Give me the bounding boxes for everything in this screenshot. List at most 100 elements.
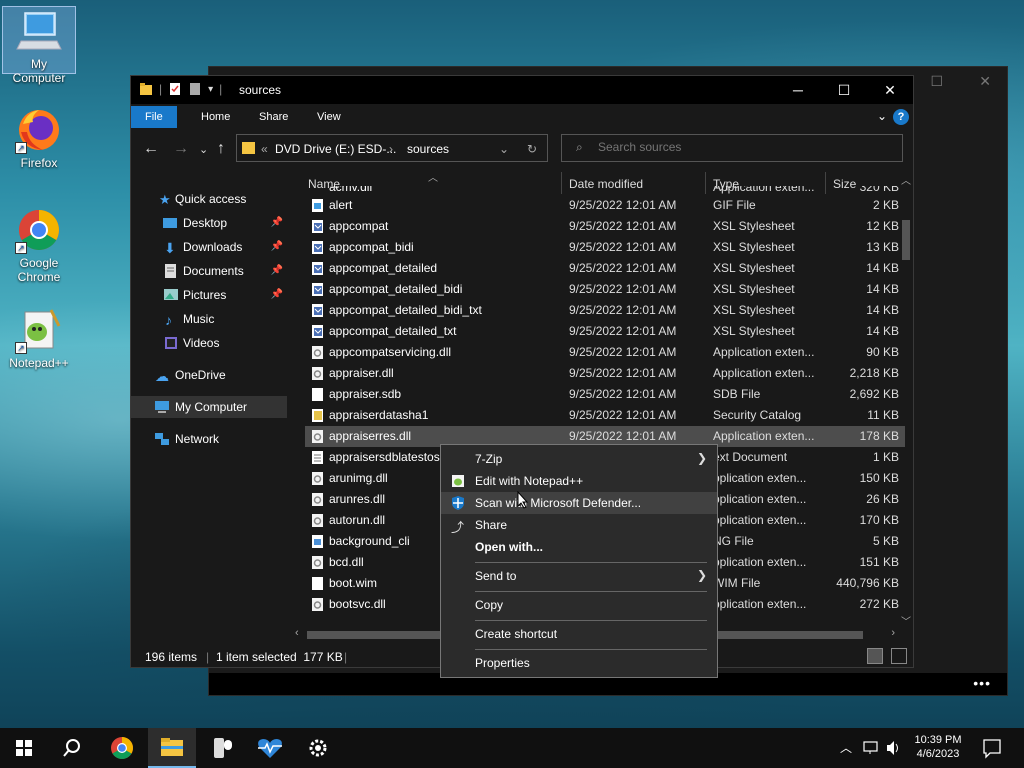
large-icons-view-icon[interactable] <box>891 648 907 664</box>
pin-icon: 📌 <box>270 265 283 276</box>
pin-icon: 📌 <box>270 241 283 252</box>
table-row[interactable]: appraiserdatasha1 9/25/2022 12:01 AM Secur… <box>305 405 905 426</box>
address-dropdown-icon[interactable]: ⌄ <box>499 142 509 156</box>
menu-item-scan-defender[interactable]: Scan with Microsoft Defender... <box>441 492 717 514</box>
search-button[interactable] <box>48 728 96 768</box>
expand-ribbon-icon[interactable]: ⌄ <box>877 109 887 123</box>
dll-file-icon <box>311 597 325 612</box>
nav-music[interactable]: ♪ Music <box>131 308 287 330</box>
table-row[interactable]: appcompat_detailed_bidi 9/25/2022 12:01 A… <box>305 279 905 300</box>
nav-videos[interactable]: Videos <box>131 332 287 354</box>
table-row[interactable]: appcompatservicing.dll 9/25/2022 12:01 AM… <box>305 342 905 363</box>
menu-item-copy[interactable]: Copy <box>441 594 717 616</box>
nav-downloads[interactable]: ⬇ Downloads 📌 <box>131 236 287 258</box>
breadcrumb-folder[interactable]: sources <box>407 142 449 156</box>
forward-button[interactable]: → <box>173 140 189 158</box>
table-row[interactable]: appcompat_detailed_txt 9/25/2022 12:01 AM… <box>305 321 905 342</box>
table-row[interactable]: appcompat_detailed_bidi_txt 9/25/2022 12:… <box>305 300 905 321</box>
scroll-right-icon[interactable]: › <box>891 627 895 639</box>
dll-file-icon <box>311 492 325 507</box>
refresh-icon[interactable]: ↻ <box>527 142 537 156</box>
close-icon: ✕ <box>979 73 991 89</box>
nav-pictures[interactable]: Pictures 📌 <box>131 284 287 306</box>
new-folder-icon[interactable] <box>188 82 202 96</box>
scroll-left-icon[interactable]: ‹ <box>295 627 299 639</box>
taskbar-recorder[interactable] <box>198 728 246 768</box>
back-button[interactable]: ← <box>143 140 159 158</box>
desktop-icon-firefox[interactable]: ↗ Firefox <box>2 106 76 170</box>
up-button[interactable]: ↑ <box>217 140 225 158</box>
menu-item-create-shortcut[interactable]: Create shortcut <box>441 623 717 645</box>
taskbar-chrome[interactable] <box>98 728 146 768</box>
file-name: appcompat <box>329 219 389 233</box>
tab-share[interactable]: Share <box>245 106 302 128</box>
file-name: arunimg.dll <box>329 471 388 485</box>
table-row[interactable]: appcompat_detailed 9/25/2022 12:01 AM XSL … <box>305 258 905 279</box>
table-row[interactable]: appcompat 9/25/2022 12:01 AM XSL Styleshee… <box>305 216 905 237</box>
recent-locations-button[interactable]: ⌄ <box>199 143 208 156</box>
desktop-icon-my-computer[interactable]: My Computer <box>2 6 76 85</box>
taskbar-settings[interactable] <box>294 728 342 768</box>
details-view-icon[interactable] <box>867 648 883 664</box>
table-row[interactable]: appraiser.dll 9/25/2022 12:01 AM Applicati… <box>305 363 905 384</box>
clock[interactable]: 10:39 PM 4/6/2023 <box>904 728 972 768</box>
menu-item-7zip[interactable]: 7-Zip ❯ <box>441 448 717 470</box>
volume-icon[interactable] <box>884 728 902 768</box>
desktop-icon-label: My Computer <box>12 57 66 85</box>
cat-file-icon <box>311 408 325 423</box>
menu-item-properties[interactable]: Properties <box>441 652 717 674</box>
tab-view[interactable]: View <box>303 106 355 128</box>
scrollbar-thumb[interactable] <box>902 220 910 260</box>
dll-file-icon <box>311 555 325 570</box>
search-input[interactable] <box>598 140 888 154</box>
desktop-icon-notepadpp[interactable]: ↗ Notepad++ <box>2 306 76 370</box>
file-type: XSL Stylesheet <box>713 282 795 296</box>
help-icon[interactable]: ? <box>893 109 909 125</box>
show-hidden-icons-icon[interactable]: ︿ <box>838 728 854 768</box>
menu-item-send-to[interactable]: Send to ❯ <box>441 565 717 587</box>
table-row[interactable]: alert 9/25/2022 12:01 AM GIF File 2 KB <box>305 195 905 216</box>
start-button[interactable] <box>0 728 48 768</box>
nav-network[interactable]: Network <box>131 428 287 450</box>
tab-file[interactable]: File <box>131 106 177 128</box>
notifications-icon[interactable] <box>982 728 1002 768</box>
minimize-button[interactable]: ─ <box>775 76 821 104</box>
breadcrumb-overflow[interactable]: « <box>261 142 268 156</box>
taskbar-health-app[interactable] <box>246 728 294 768</box>
folder-icon <box>140 83 152 95</box>
search-box[interactable]: ⌕ <box>561 134 903 162</box>
nav-documents[interactable]: Documents 📌 <box>131 260 287 282</box>
file-size: 5 KB <box>872 534 899 548</box>
cloud-icon: ☁ <box>155 368 169 384</box>
network-icon <box>155 433 169 445</box>
nav-onedrive[interactable]: ☁ OneDrive <box>131 364 287 386</box>
network-status-icon[interactable] <box>862 728 880 768</box>
desktop-icon-chrome[interactable]: ↗ Google Chrome <box>2 206 76 284</box>
breadcrumb-drive[interactable]: DVD Drive (E:) ESD-... <box>275 142 396 156</box>
title-bar[interactable]: | ▾ | sources ─ ☐ ✕ <box>131 76 913 104</box>
table-row[interactable]: appcompat_bidi 9/25/2022 12:01 AM XSL Styl… <box>305 237 905 258</box>
vertical-scrollbar[interactable]: ︿ ﹀ <box>899 172 913 628</box>
scroll-down-icon[interactable]: ﹀ <box>901 613 911 628</box>
maximize-button[interactable]: ☐ <box>821 76 867 104</box>
menu-item-edit-notepadpp[interactable]: Edit with Notepad++ <box>441 470 717 492</box>
nav-my-computer[interactable]: My Computer <box>131 396 287 418</box>
file-type: Application exten... <box>713 345 815 359</box>
menu-item-open-with[interactable]: Open with... <box>441 536 717 558</box>
customize-toolbar-icon[interactable]: ▾ <box>208 84 213 95</box>
tab-home[interactable]: Home <box>187 106 244 128</box>
xsl-file-icon <box>311 261 325 276</box>
table-row[interactable]: acmv.dll Application exten... 320 KB <box>305 186 905 195</box>
table-row[interactable]: appraiser.sdb 9/25/2022 12:01 AM SDB File 2… <box>305 384 905 405</box>
menu-item-share[interactable]: ⤴ Share <box>441 514 717 536</box>
close-button[interactable]: ✕ <box>867 76 913 104</box>
nav-quick-access[interactable]: ★ Quick access <box>131 188 287 210</box>
properties-icon[interactable] <box>168 82 182 96</box>
file-size: 14 KB <box>866 324 899 338</box>
file-size: 12 KB <box>866 219 899 233</box>
taskbar-file-explorer[interactable] <box>148 728 196 768</box>
address-bar[interactable]: « DVD Drive (E:) ESD-... › sources ⌄ ↻ <box>236 134 548 162</box>
nav-desktop[interactable]: Desktop 📌 <box>131 212 287 234</box>
scroll-up-icon[interactable]: ︿ <box>901 172 911 187</box>
xsl-file-icon <box>311 324 325 339</box>
